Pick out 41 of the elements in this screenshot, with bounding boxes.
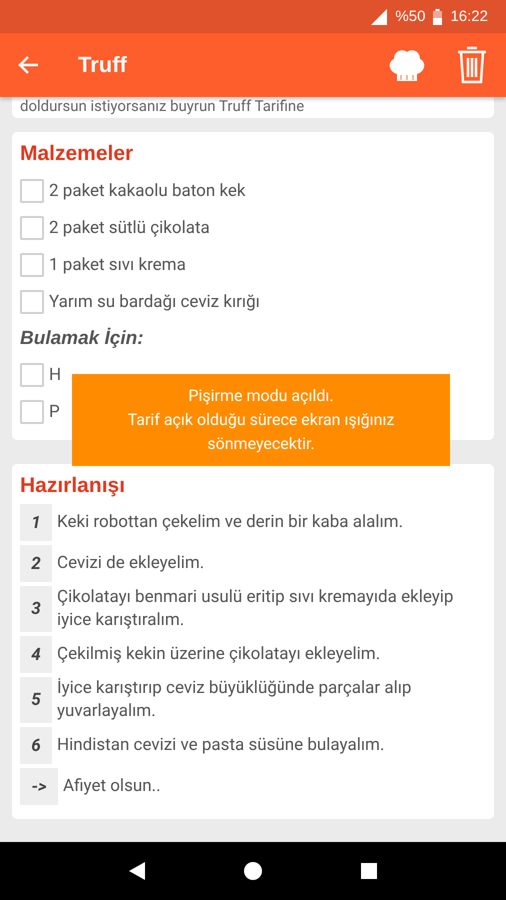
- step-number: 3: [20, 586, 52, 632]
- ingredient-text: 2 paket kakaolu baton kek: [49, 180, 246, 200]
- step-number: 5: [20, 677, 52, 723]
- checkbox[interactable]: [20, 178, 44, 202]
- clock: 16:22: [450, 8, 488, 25]
- checkbox[interactable]: [20, 290, 44, 314]
- step-number: 2: [20, 545, 52, 582]
- checkbox[interactable]: [20, 216, 44, 240]
- section-heading: Hazırlanışı: [20, 474, 126, 498]
- checkbox[interactable]: [20, 362, 44, 386]
- step-number: 4: [20, 636, 52, 673]
- screen-title: Truff: [78, 52, 128, 78]
- step-text: Çikolatayı benmari usulü eritip sıvı kremayıda ekleyip iyice karıştıralım.: [57, 586, 454, 632]
- step-text: Afiyet olsun..: [63, 775, 161, 798]
- step-text: Çekilmiş kekin üzerine çikolatayı ekleyelim.: [57, 643, 380, 666]
- recents-button[interactable]: [360, 863, 377, 879]
- intro-text: doldursun istiyorsanız buyrun Truff Tarifine: [20, 97, 304, 115]
- ingredient-text: H: [49, 364, 62, 384]
- checkbox[interactable]: [20, 400, 44, 424]
- toast-message: Pişirme modu açıldı. Tarif açık olduğu sürece ekran ışığınız sönmeyecektir.: [126, 385, 396, 455]
- battery-percent: %50: [395, 8, 426, 25]
- step-number: 1: [20, 504, 52, 541]
- home-button[interactable]: [244, 862, 262, 880]
- back-button[interactable]: [18, 54, 40, 76]
- step-text: Cevizi de ekleyelim.: [57, 552, 204, 575]
- battery-icon: [433, 8, 442, 24]
- step-text: İyice karıştırıp ceviz büyüklüğünde parçalar alıp yuvarlayalım.: [57, 677, 412, 723]
- step-text: Keki robottan çekelim ve derin bir kaba alalım.: [57, 511, 404, 534]
- step-text: Hindistan cevizi ve pasta süsüne bulayalım.: [57, 734, 384, 757]
- ingredient-text: Yarım su bardağı ceviz kırığı: [49, 292, 260, 312]
- delete-button[interactable]: [456, 45, 488, 85]
- section-heading: Malzemeler: [20, 142, 134, 166]
- step-number: ->: [20, 768, 58, 805]
- step-number: 6: [20, 727, 52, 764]
- checkbox[interactable]: [20, 252, 44, 276]
- signal-icon: [371, 8, 388, 24]
- ingredient-text: P: [49, 402, 60, 422]
- back-nav-button[interactable]: [129, 862, 146, 880]
- ingredient-text: 1 paket sıvı krema: [49, 254, 186, 274]
- subsection-heading: Bulamak İçin:: [20, 326, 145, 351]
- ingredient-text: 2 paket sütlü çikolata: [49, 218, 210, 238]
